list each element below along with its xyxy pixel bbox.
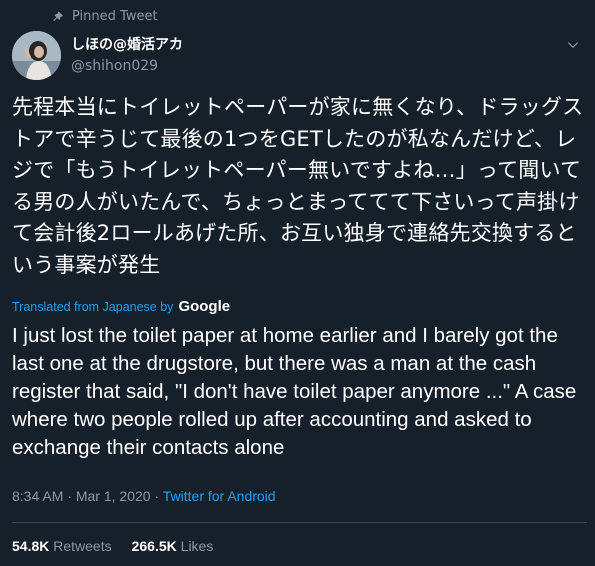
tweet-time[interactable]: 8:34 AM [12,488,63,504]
user-handle[interactable]: @shihon029 [71,56,183,76]
translation-label[interactable]: Translated from Japanese by [12,300,173,314]
chevron-down-icon[interactable] [566,38,580,52]
likes-label: Likes [180,538,214,554]
meta-separator: · [63,488,76,504]
pinned-label: Pinned Tweet [72,9,158,24]
avatar[interactable] [12,31,61,80]
likes-stat[interactable]: 266.5K Likes [132,538,214,554]
pinned-indicator: Pinned Tweet [51,9,158,24]
retweets-label: Retweets [53,538,112,554]
meta-separator-2: · [150,488,163,504]
tweet-date[interactable]: Mar 1, 2020 [76,488,151,504]
retweets-stat[interactable]: 54.8K Retweets [12,538,112,554]
likes-count: 266.5K [131,538,177,554]
display-name[interactable]: しほの@婚活アカ [71,35,183,55]
tweet-source-link[interactable]: Twitter for Android [163,488,276,504]
tweet-meta: 8:34 AM · Mar 1, 2020 · Twitter for Andr… [12,488,276,504]
google-logo: Google [178,298,231,315]
translation-attribution: Translated from Japanese by Google [12,298,230,315]
translated-text: I just lost the toilet paper at home ear… [12,324,577,459]
tweet-text: 先程本当にトイレットペーパーが家に無くなり、ドラッグストアで辛うじて最後の1つを… [12,95,584,277]
tweet-stats: 54.8K Retweets 266.5K Likes [12,538,213,554]
avatar-image [12,31,61,80]
retweets-count: 54.8K [12,538,50,554]
pin-icon [53,11,63,22]
divider [12,522,587,523]
